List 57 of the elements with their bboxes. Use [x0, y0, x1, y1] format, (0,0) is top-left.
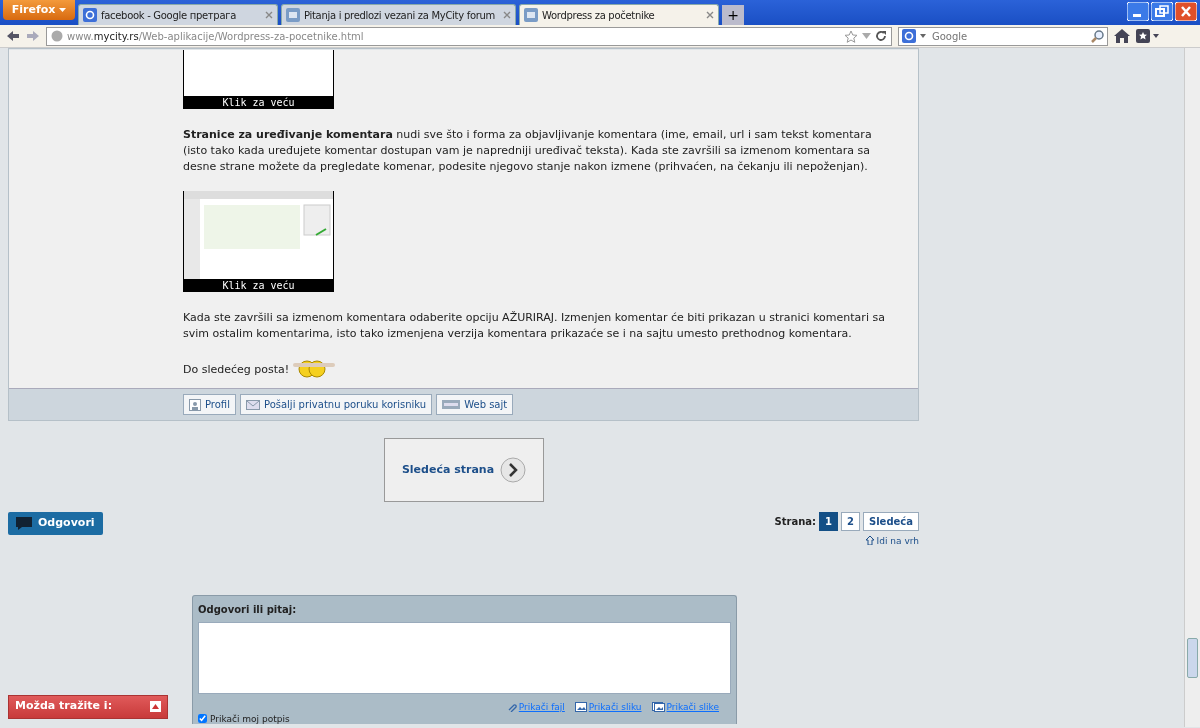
search-icon[interactable]	[1091, 29, 1104, 43]
post-paragraph: Stranice za uređivanje komentara nudi sve što i forma za objavljivanje komentara (ime, email, url i sam tekst komentara (isto tako kada uređujete komentar dostupan vam je napredniji uređivač teksta). Kada ste završili sa izmenom komentara sa desne strane možete da pregledate komenar, podesite njegovo stanje nakon izmene (prihvaćen, na čekanju ili nepoženjan).	[183, 127, 873, 175]
back-to-top-link[interactable]: Idi na vrh	[774, 535, 919, 549]
search-field[interactable]: Google	[898, 26, 1108, 46]
restore-icon[interactable]	[1151, 1, 1173, 21]
reply-button[interactable]: Odgovori	[8, 512, 103, 535]
profile-icon	[189, 398, 201, 411]
page-number-button[interactable]: 1	[819, 512, 838, 531]
dropdown-icon[interactable]	[920, 34, 926, 38]
close-tab-icon[interactable]	[503, 11, 511, 19]
post-action-button[interactable]: Profil	[183, 394, 236, 415]
browser-tab[interactable]: facebook - Google претрага	[78, 4, 278, 25]
collapse-icon[interactable]	[150, 701, 161, 712]
caret-icon	[59, 7, 67, 12]
suggestions-panel-header[interactable]: Možda tražite i:	[8, 694, 168, 719]
home-icon[interactable]	[1114, 29, 1130, 43]
minimize-icon[interactable]	[1127, 1, 1149, 21]
bookmarks-icon[interactable]	[1136, 29, 1160, 43]
address-bar[interactable]: www.mycity.rs/Web-aplikacije/Wordpress-za-pocetnike.html	[46, 26, 892, 46]
site-favicon-icon	[286, 8, 300, 22]
screenshot-thumbnail[interactable]: Klik za veću	[183, 191, 334, 292]
vertical-scrollbar[interactable]	[1184, 48, 1200, 727]
post-paragraph: Kada ste završili sa izmenom komentara odaberite opciju AŽURIRAJ. Izmenjen komentar će biti prikazan u stranici komentari sa svim ostalim komentarima, isto tako izmenjena verzija komentara prikazaće se i na sajtu umesto prethodnog komentara.	[183, 310, 886, 342]
next-page-button[interactable]: Sledeća strana	[384, 438, 544, 502]
post-signoff: Do sledećeg posta!	[183, 362, 290, 378]
screenshot-thumbnail[interactable]: Klik za veću	[183, 50, 334, 109]
close-tab-icon[interactable]	[265, 11, 273, 19]
site-favicon-icon	[524, 8, 538, 22]
up-arrow-icon	[865, 536, 874, 545]
google-icon[interactable]	[902, 29, 916, 43]
images-icon	[651, 702, 665, 712]
pagination-label: Strana:	[774, 515, 817, 529]
back-arrow-icon[interactable]	[6, 30, 20, 42]
www-icon	[442, 400, 461, 409]
signature-checkbox[interactable]	[198, 714, 207, 723]
google-favicon-icon	[83, 8, 97, 22]
image-caption: Klik za veću	[221, 96, 296, 109]
envelope-icon	[245, 399, 260, 410]
next-page-link[interactable]: Sledeća	[862, 512, 919, 531]
reply-form-title: Odgovori ili pitaj:	[198, 602, 298, 617]
page-number-button[interactable]: 2	[841, 512, 860, 531]
speech-bubble-icon	[16, 516, 32, 530]
post-action-button[interactable]: Web sajt	[436, 394, 514, 415]
star-icon[interactable]	[844, 29, 858, 43]
post-action-button[interactable]: Pošalji privatnu poruku korisniku	[239, 394, 433, 415]
browser-tab[interactable]: Pitanja i predlozi vezani za MyCity forum	[281, 4, 516, 25]
image-icon	[574, 702, 587, 712]
close-tab-icon[interactable]	[706, 11, 714, 19]
image-caption: Klik za veću	[221, 279, 296, 292]
reload-icon[interactable]	[875, 30, 887, 42]
paperclip-icon	[506, 702, 517, 712]
browser-tab[interactable]: Wordpress za početnike	[519, 4, 719, 25]
signature-label: Prikači moj potpis	[210, 713, 290, 724]
smiley-emoticons-icon	[293, 358, 336, 378]
url-text: www.mycity.rs/Web-aplikacije/Wordpress-za-pocetnike.html	[67, 29, 365, 44]
close-icon[interactable]	[1175, 1, 1197, 21]
new-tab-button[interactable]: +	[722, 5, 744, 25]
